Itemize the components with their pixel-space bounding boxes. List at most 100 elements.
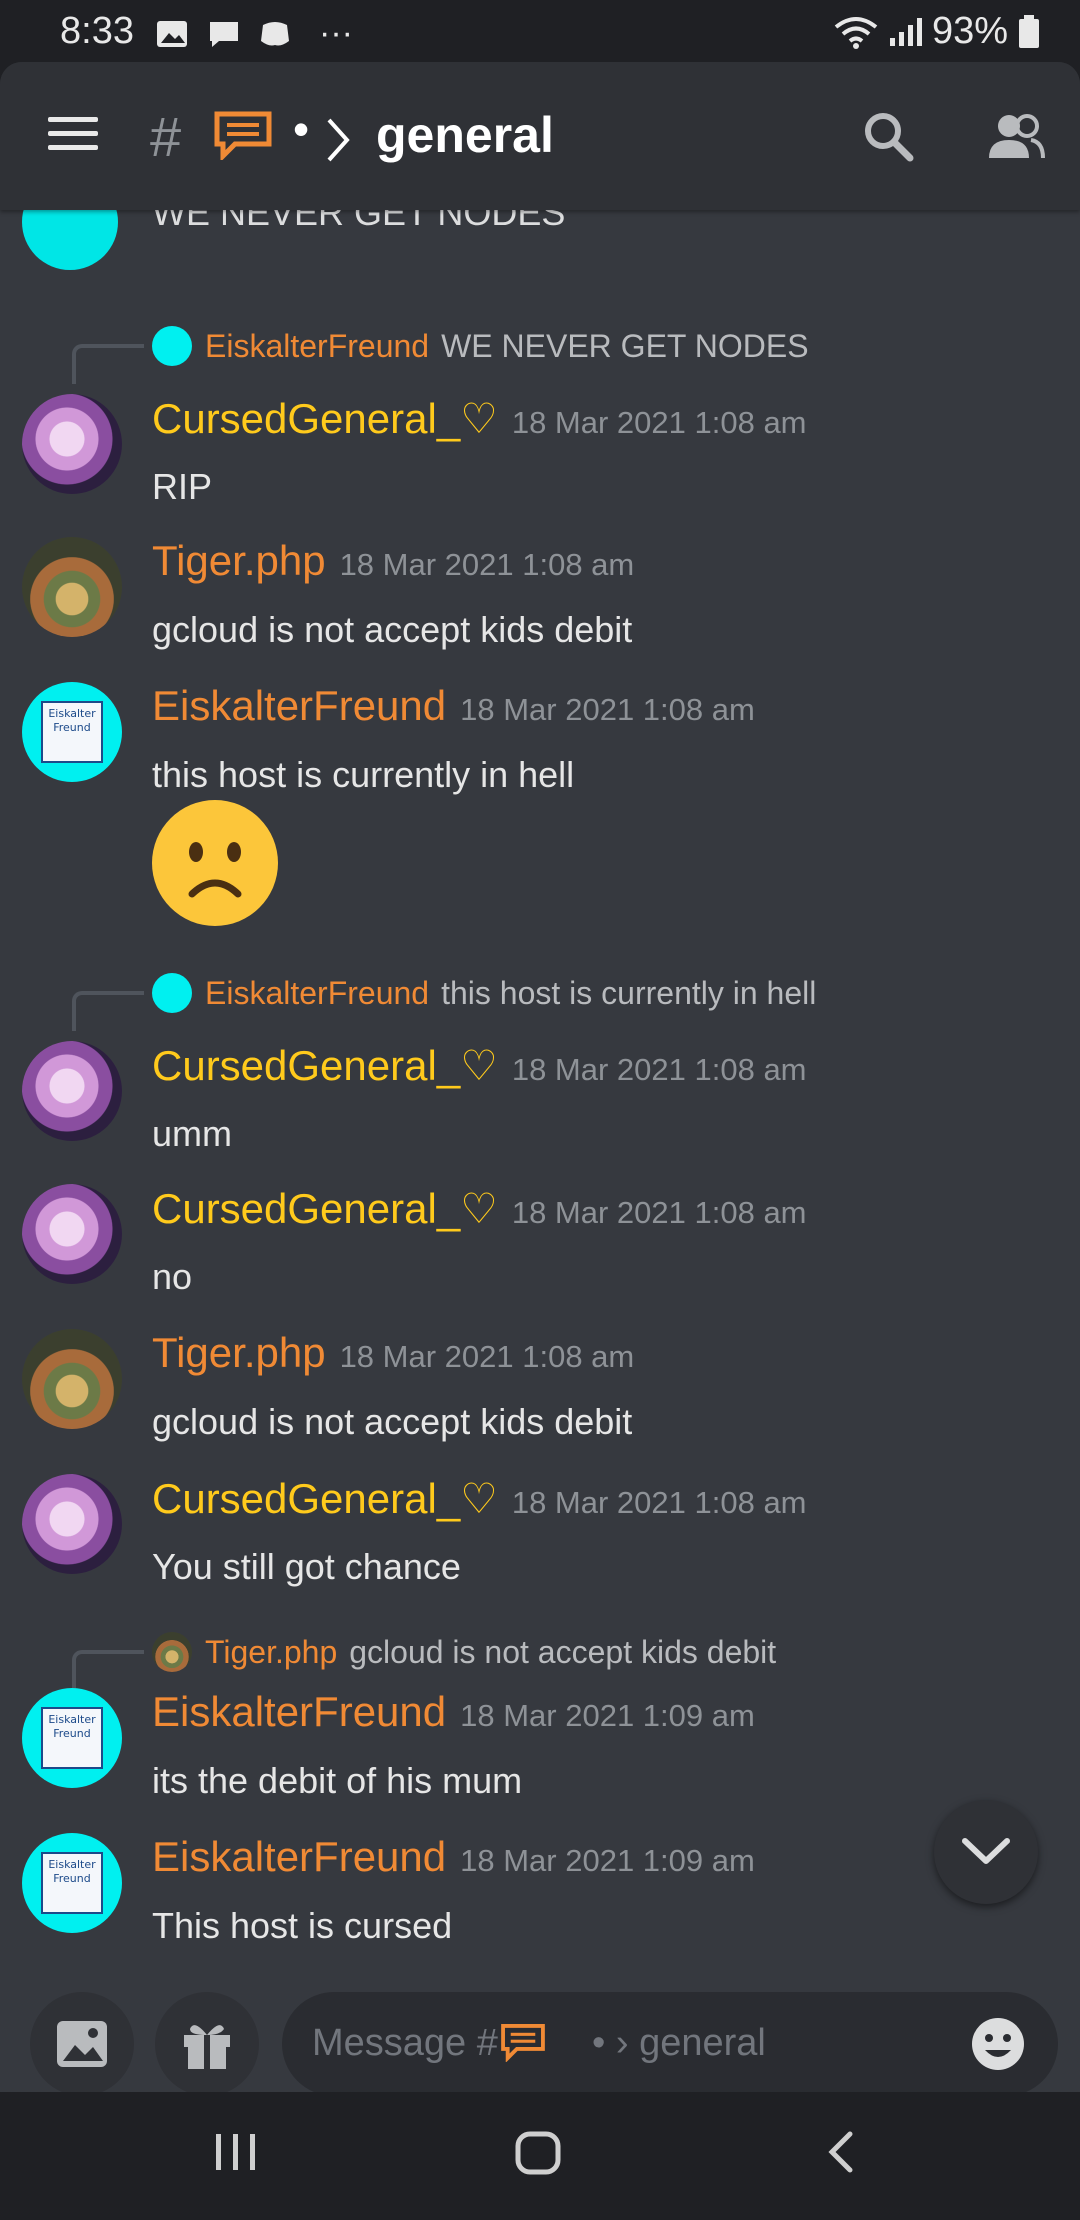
message-text: This host is cursed <box>152 1905 453 1946</box>
image-icon <box>57 2021 107 2067</box>
timestamp: 18 Mar 2021 1:09 am <box>460 1698 755 1733</box>
message-list[interactable]: WE NEVER GET NODES EiskalterFreund WE NEV… <box>0 62 1080 1988</box>
avatar-logo: Eiskalter Freund <box>41 1852 103 1914</box>
home-icon[interactable] <box>514 2128 562 2176</box>
more-notifications-icon: ··· <box>319 14 353 52</box>
timestamp: 18 Mar 2021 1:08 am <box>339 547 635 582</box>
timestamp: 18 Mar 2021 1:08 am <box>460 692 755 727</box>
message-text: You still got chance <box>152 1546 461 1587</box>
message-text: no <box>152 1256 193 1297</box>
status-right: 93% <box>834 10 1040 53</box>
reply-author-name: EiskalterFreund <box>205 328 430 364</box>
reply-author: Tiger.php gcloud is not accept kids debit <box>205 1634 776 1671</box>
message-header: CursedGeneral_♡ 18 Mar 2021 1:08 am <box>152 1184 807 1233</box>
message-header: CursedGeneral_♡ 18 Mar 2021 1:08 am <box>152 1041 807 1090</box>
members-icon[interactable] <box>985 112 1045 160</box>
message-header: Tiger.php 18 Mar 2021 1:08 am <box>152 1329 634 1377</box>
reply-avatar <box>152 326 192 366</box>
message-placeholder-channel: • › general <box>592 2022 766 2064</box>
message-text: gcloud is not accept kids debit <box>152 609 633 650</box>
channel-header: # • general <box>0 62 1080 210</box>
system-nav-bar <box>0 2092 1080 2220</box>
discord-app: WE NEVER GET NODES EiskalterFreund WE NEV… <box>0 62 1080 2092</box>
chat-emoji-icon <box>501 2023 545 2062</box>
reply-text: WE NEVER GET NODES <box>441 328 809 364</box>
avatar-logo: Eiskalter Freund <box>41 1707 103 1769</box>
battery-percent: 93% <box>931 10 1008 52</box>
message-input[interactable]: Message # • › general <box>282 1992 1058 2092</box>
menu-icon[interactable] <box>48 117 98 151</box>
message-text: RIP <box>152 466 213 507</box>
reply-text: this host is currently in hell <box>441 975 817 1011</box>
message-header: CursedGeneral_♡ 18 Mar 2021 1:08 am <box>152 394 807 443</box>
message-header: CursedGeneral_♡ 18 Mar 2021 1:08 am <box>152 1474 807 1523</box>
username[interactable]: EiskalterFreund <box>152 1833 446 1880</box>
reply-preview[interactable]: EiskalterFreund WE NEVER GET NODES <box>0 320 1080 384</box>
reply-connector <box>72 991 144 1031</box>
username[interactable]: CursedGeneral_♡ <box>152 395 498 442</box>
message-text: umm <box>152 1113 232 1154</box>
avatar[interactable]: Eiskalter Freund <box>22 1688 122 1788</box>
gift-icon <box>184 2025 230 2069</box>
back-icon[interactable] <box>824 2128 858 2176</box>
image-upload-button[interactable] <box>30 1992 134 2092</box>
message-header: EiskalterFreund 18 Mar 2021 1:08 am <box>152 682 755 730</box>
reply-connector <box>72 344 144 384</box>
username[interactable]: EiskalterFreund <box>152 1688 446 1735</box>
username[interactable]: EiskalterFreund <box>152 682 446 729</box>
signal-icon <box>889 17 922 46</box>
avatar[interactable] <box>22 1041 122 1141</box>
message-text: its the debit of his mum <box>152 1760 523 1801</box>
reply-author: EiskalterFreund this host is currently in… <box>205 975 816 1012</box>
username[interactable]: CursedGeneral_♡ <box>152 1185 498 1232</box>
search-icon[interactable] <box>862 110 914 162</box>
avatar[interactable]: Eiskalter Freund <box>22 1833 122 1933</box>
avatar[interactable] <box>22 1329 122 1429</box>
status-time: 8:33 <box>60 10 134 52</box>
timestamp: 18 Mar 2021 1:08 am <box>511 1485 807 1520</box>
discord-notification-icon <box>261 21 289 45</box>
username[interactable]: Tiger.php <box>152 537 326 584</box>
reply-preview[interactable]: Tiger.php gcloud is not accept kids debit <box>0 1626 1080 1690</box>
frowning-face-emoji-icon[interactable] <box>152 800 278 926</box>
username[interactable]: Tiger.php <box>152 1329 326 1376</box>
reply-avatar <box>152 1632 192 1672</box>
message-header: EiskalterFreund 18 Mar 2021 1:09 am <box>152 1688 755 1736</box>
timestamp: 18 Mar 2021 1:09 am <box>460 1843 755 1878</box>
reply-avatar <box>152 973 192 1013</box>
message-header: Tiger.php 18 Mar 2021 1:08 am <box>152 537 634 585</box>
timestamp: 18 Mar 2021 1:08 am <box>511 405 807 440</box>
battery-icon <box>1019 14 1039 48</box>
avatar[interactable]: Eiskalter Freund <box>22 682 122 782</box>
avatar[interactable] <box>22 1184 122 1284</box>
username[interactable]: CursedGeneral_♡ <box>152 1042 498 1089</box>
chevron-down-icon <box>962 1838 1010 1864</box>
avatar[interactable] <box>22 1474 122 1574</box>
gallery-notification-icon <box>157 20 187 47</box>
message-header: EiskalterFreund 18 Mar 2021 1:09 am <box>152 1833 755 1881</box>
jump-to-bottom-button[interactable] <box>934 1800 1038 1904</box>
channel-title[interactable]: general <box>376 106 554 164</box>
reply-preview[interactable]: EiskalterFreund this host is currently in… <box>0 967 1080 1031</box>
timestamp: 18 Mar 2021 1:08 am <box>511 1052 807 1087</box>
composer: Message # • › general <box>0 1962 1080 2092</box>
channel-separator: • <box>293 103 310 155</box>
message-placeholder: Message # <box>312 2022 498 2064</box>
notification-icons: ··· <box>155 14 353 53</box>
avatar[interactable] <box>22 537 122 637</box>
message-text: gcloud is not accept kids debit <box>152 1401 633 1442</box>
avatar[interactable] <box>22 394 122 494</box>
message-text: this host is currently in hell <box>152 754 575 795</box>
chat-emoji-icon <box>214 111 272 160</box>
wifi-icon <box>834 16 878 49</box>
recent-apps-icon[interactable] <box>214 2128 258 2176</box>
username[interactable]: CursedGeneral_♡ <box>152 1475 498 1522</box>
reply-author-name: Tiger.php <box>205 1634 338 1670</box>
status-bar: 8:33 ··· 93% <box>0 0 1080 62</box>
reply-text: gcloud is not accept kids debit <box>349 1634 777 1670</box>
chat-notification-icon <box>210 21 238 47</box>
reply-author-name: EiskalterFreund <box>205 975 430 1011</box>
gift-button[interactable] <box>155 1992 259 2092</box>
emoji-icon[interactable] <box>970 2016 1026 2072</box>
chevron-right-icon <box>327 118 350 162</box>
